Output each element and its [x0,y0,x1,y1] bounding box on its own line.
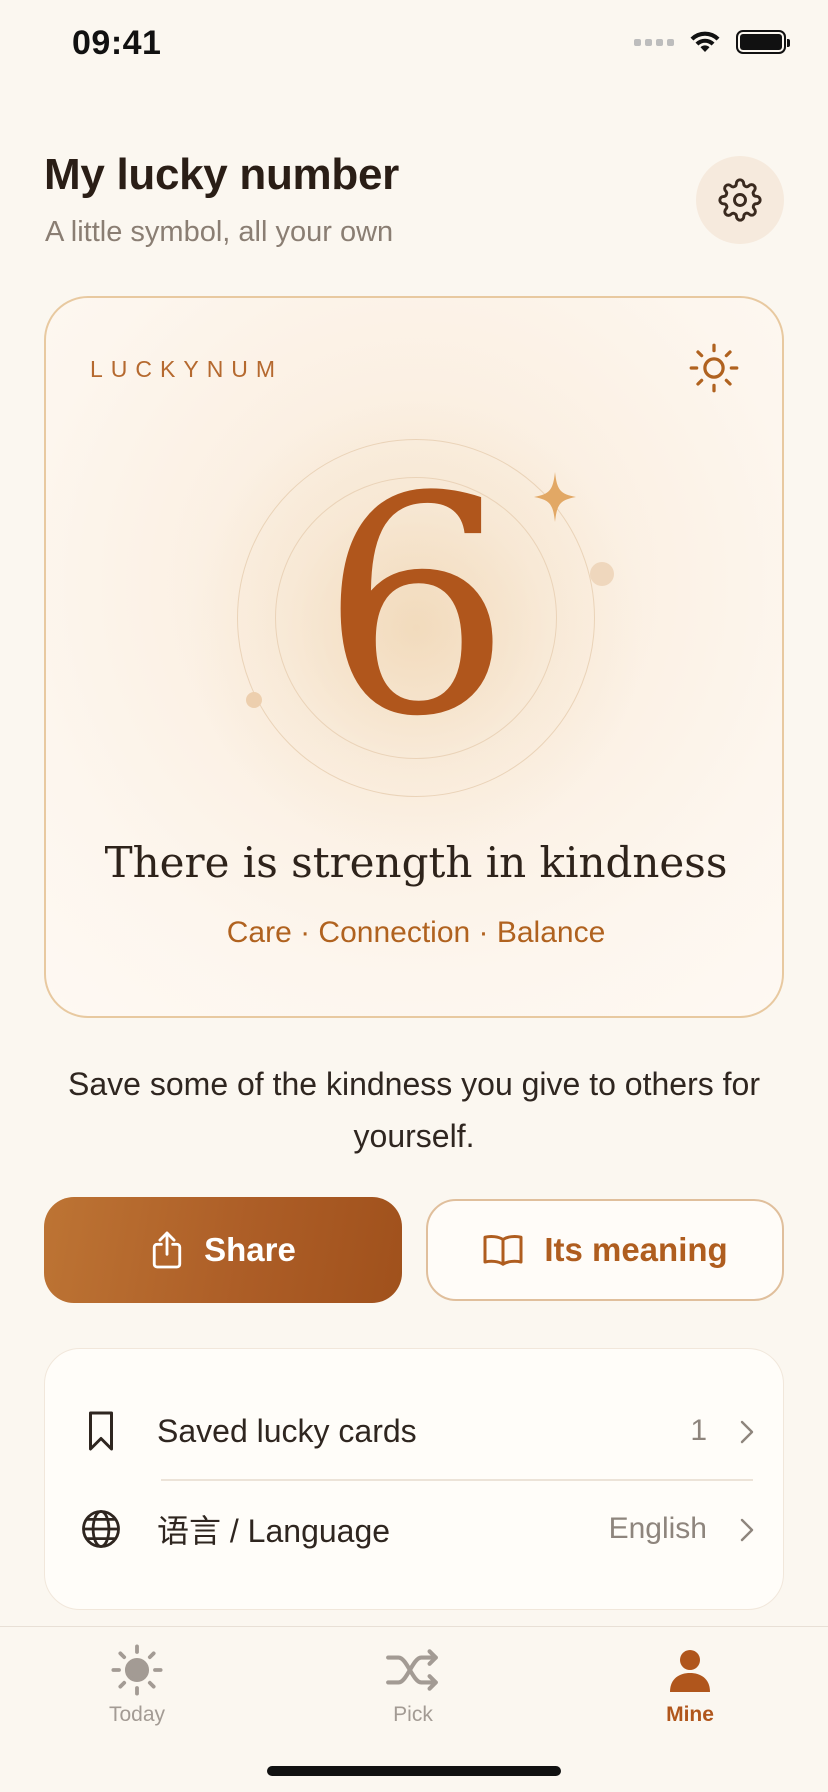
status-bar: 09:41 [0,0,828,92]
home-indicator [267,1766,561,1776]
person-icon [610,1639,770,1701]
card-quote: There is strength in kindness [104,838,728,887]
decor-dot [590,562,614,586]
meaning-label: Its meaning [544,1231,728,1268]
chevron-right-icon [740,1518,754,1542]
tab-label: Pick [393,1703,433,1726]
sun-icon [57,1639,217,1701]
lucky-number-card[interactable]: LUCKYNUM 6 There is strength in kindness… [44,296,784,1018]
page-subtitle: A little symbol, all your own [45,216,394,248]
battery-icon [736,30,790,54]
page-title: My lucky number [44,150,399,199]
decor-dot [246,692,262,708]
kindness-message: Save some of the kindness you give to ot… [68,1066,760,1154]
tab-label: Mine [666,1703,714,1726]
meaning-button[interactable]: Its meaning [426,1199,784,1301]
gear-icon [718,178,762,222]
wifi-icon [690,31,720,52]
status-time: 09:41 [72,24,162,62]
tab-today[interactable]: Today [57,1639,217,1727]
list-item-label: Saved lucky cards [157,1412,417,1449]
list-item-saved-cards[interactable]: Saved lucky cards 1 [45,1382,785,1480]
lucky-number: 6 [320,433,512,782]
tab-label: Today [108,1703,166,1726]
card-brand: LUCKYNUM [90,356,284,382]
sun-icon[interactable] [688,342,740,394]
bookmark-icon [79,1409,123,1453]
saved-cards-count: 1 [690,1414,707,1447]
share-button[interactable]: Share [44,1197,402,1303]
settings-button[interactable] [696,156,784,244]
shuffle-icon [333,1639,493,1701]
settings-list: Saved lucky cards 1 语言 / Language Englis… [44,1348,784,1610]
list-item-label: 语言 / Language [157,1513,391,1549]
language-value: English [608,1512,707,1545]
tab-mine[interactable]: Mine [610,1639,770,1727]
status-icons [634,30,790,54]
globe-icon [79,1507,123,1551]
card-tags: Care · Connection · Balance [226,916,606,949]
sparkle-icon [534,472,576,522]
book-icon [483,1235,523,1266]
list-item-language[interactable]: 语言 / Language English [45,1480,785,1578]
share-label: Share [204,1231,296,1268]
share-icon [152,1231,182,1269]
chevron-right-icon [740,1420,754,1444]
signal-icon [634,38,674,46]
tab-pick[interactable]: Pick [333,1639,493,1727]
